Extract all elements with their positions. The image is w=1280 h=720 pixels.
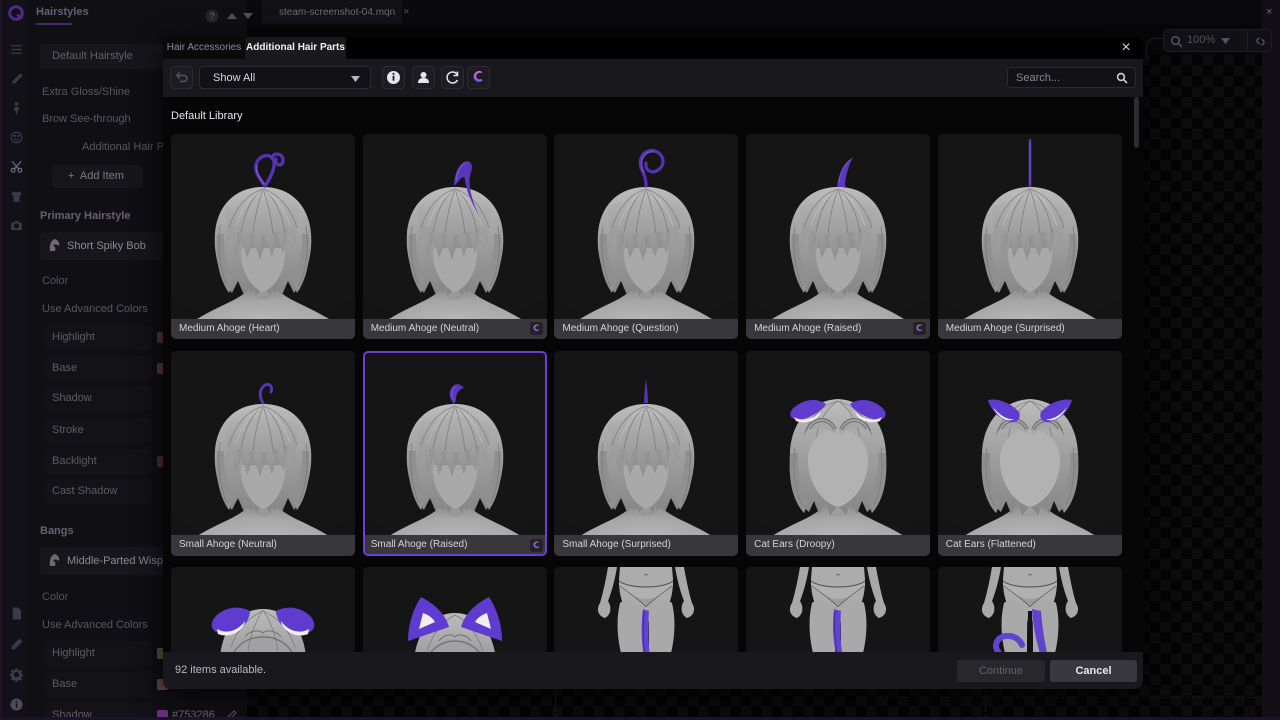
svg-text:?: ? bbox=[209, 11, 214, 21]
